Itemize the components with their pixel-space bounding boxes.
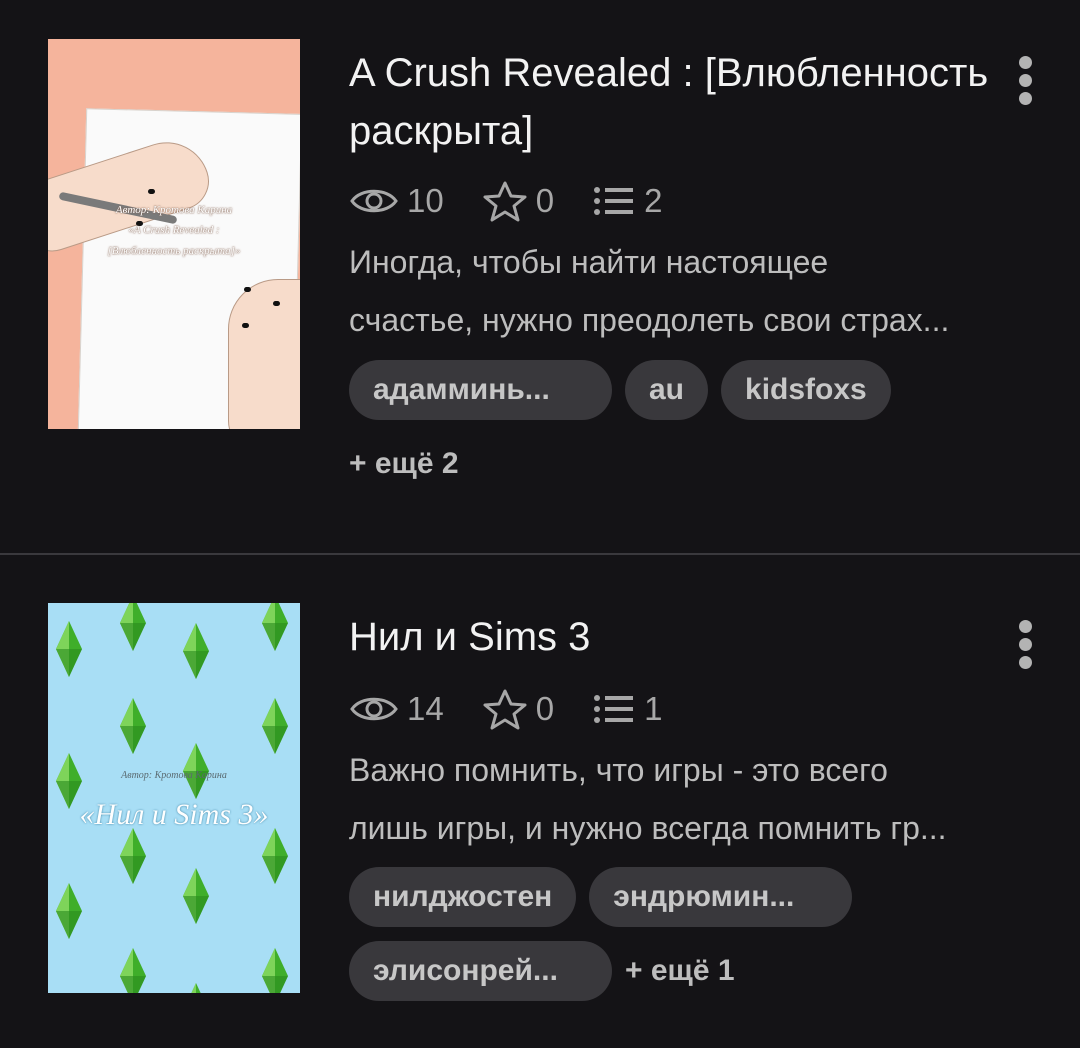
views-stat: 14 bbox=[349, 690, 444, 728]
plumbob-icon bbox=[183, 868, 209, 924]
plumbob-icon bbox=[262, 828, 288, 884]
plumbob-icon bbox=[120, 698, 146, 754]
eye-icon bbox=[350, 697, 398, 721]
plumbob-icon bbox=[262, 698, 288, 754]
cover-nail bbox=[148, 189, 155, 194]
cover-author-text: Автор: Кротова Карина bbox=[115, 204, 233, 216]
story-description: Важно помнить, что игры - это всего лишь … bbox=[349, 741, 1039, 857]
cover-hand bbox=[228, 279, 300, 429]
description-line: Иногда, чтобы найти настоящее bbox=[349, 244, 829, 280]
plumbob-icon bbox=[120, 828, 146, 884]
story-title[interactable]: Нил и Sims 3 bbox=[349, 608, 989, 666]
description-line: счастье, нужно преодолеть свои страх... bbox=[349, 302, 950, 338]
story-stats: 14 0 1 bbox=[349, 688, 700, 730]
tag-list: адамминь... au kidsfoxs + ещё 2 bbox=[349, 360, 1049, 508]
cover-author-text: Автор: Кротова Карина bbox=[121, 770, 227, 781]
views-count: 10 bbox=[407, 182, 444, 219]
plumbob-icon bbox=[262, 603, 288, 651]
tag-chip[interactable]: au bbox=[625, 360, 709, 420]
chapters-count: 1 bbox=[644, 690, 663, 727]
story-cover[interactable]: Автор: Кротова Карина «A Crush Revealed … bbox=[48, 39, 300, 429]
story-title[interactable]: A Crush Revealed : [Влюбленность раскрыт… bbox=[349, 44, 989, 160]
views-stat: 10 bbox=[349, 182, 444, 220]
plumbob-icon bbox=[56, 621, 82, 677]
story-card[interactable]: Автор: Кротова Карина «Нил и Sims 3» Нил… bbox=[0, 556, 1080, 1048]
description-line: Важно помнить, что игры - это всего bbox=[349, 752, 888, 788]
plumbob-icon bbox=[120, 603, 146, 651]
stars-stat: 0 bbox=[482, 180, 554, 222]
story-card[interactable]: Автор: Кротова Карина «A Crush Revealed … bbox=[0, 0, 1080, 553]
eye-icon bbox=[350, 189, 398, 213]
cover-nail bbox=[242, 323, 249, 328]
tag-list: нилджостен эндрюмин... элисонрей... + ещ… bbox=[349, 867, 1049, 1015]
cover-nail bbox=[244, 287, 251, 292]
star-icon bbox=[483, 689, 527, 730]
plumbob-icon bbox=[56, 883, 82, 939]
tag-chip[interactable]: адамминь... bbox=[349, 360, 612, 420]
star-icon bbox=[483, 181, 527, 222]
plumbob-icon bbox=[183, 623, 209, 679]
chapters-stat: 1 bbox=[592, 690, 662, 728]
chapters-stat: 2 bbox=[592, 182, 662, 220]
cover-subtitle-text: [Влюбленность раскрыта]» bbox=[107, 245, 241, 257]
more-vertical-icon[interactable] bbox=[1010, 56, 1040, 112]
list-icon bbox=[594, 695, 634, 723]
more-vertical-icon[interactable] bbox=[1010, 620, 1040, 676]
views-count: 14 bbox=[407, 690, 444, 727]
chapters-count: 2 bbox=[644, 182, 663, 219]
stars-stat: 0 bbox=[482, 688, 554, 730]
more-tags-link[interactable]: + ещё 1 bbox=[625, 954, 735, 988]
tag-chip[interactable]: kidsfoxs bbox=[721, 360, 891, 420]
plumbob-icon bbox=[262, 948, 288, 993]
divider bbox=[0, 553, 1080, 555]
cover-nail bbox=[273, 301, 280, 306]
story-description: Иногда, чтобы найти настоящее счастье, ну… bbox=[349, 233, 1039, 349]
description-line: лишь игры, и нужно всегда помнить гр... bbox=[349, 810, 947, 846]
story-stats: 10 0 2 bbox=[349, 180, 700, 222]
stars-count: 0 bbox=[535, 690, 555, 727]
cover-title-text: «A Crush Revealed : bbox=[128, 224, 220, 236]
cover-title-text: «Нил и Sims 3» bbox=[79, 798, 269, 831]
plumbob-icon bbox=[120, 948, 146, 993]
tag-chip[interactable]: нилджостен bbox=[349, 867, 577, 927]
stars-count: 0 bbox=[535, 182, 555, 219]
tag-chip[interactable]: эндрюмин... bbox=[589, 867, 853, 927]
story-cover[interactable]: Автор: Кротова Карина «Нил и Sims 3» bbox=[48, 603, 300, 993]
tag-chip[interactable]: элисонрей... bbox=[349, 941, 612, 1001]
plumbob-icon bbox=[191, 983, 201, 993]
more-tags-link[interactable]: + ещё 2 bbox=[349, 447, 459, 481]
list-icon bbox=[594, 187, 634, 215]
